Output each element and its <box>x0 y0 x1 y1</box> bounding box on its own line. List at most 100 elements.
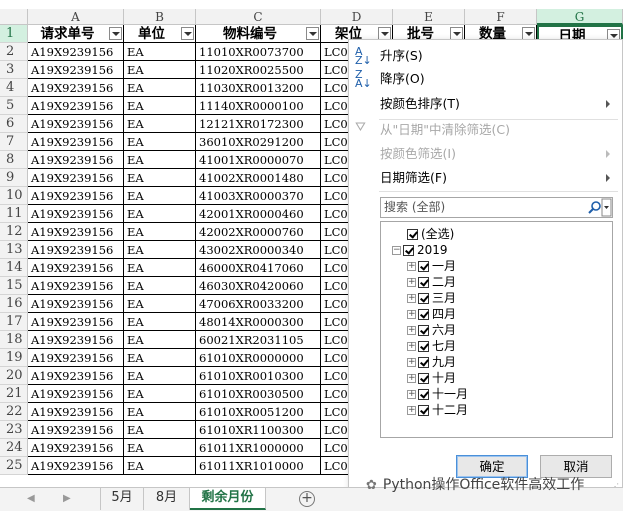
sheet-tab-may[interactable]: 5月 <box>100 488 144 510</box>
table-cell[interactable]: A19X9239156 <box>28 115 124 133</box>
table-cell[interactable]: EA <box>124 79 196 97</box>
checkbox[interactable] <box>418 261 429 272</box>
expand-icon[interactable]: + <box>407 278 416 287</box>
sheet-tab-remaining[interactable]: 剩余月份 <box>190 488 266 510</box>
table-cell[interactable]: EA <box>124 439 196 457</box>
row-header[interactable]: 15 <box>0 277 28 295</box>
tree-month-item[interactable]: + 一月 <box>407 258 456 274</box>
table-cell[interactable]: A19X9239156 <box>28 313 124 331</box>
add-sheet-icon[interactable]: + <box>299 491 315 507</box>
filter-search-input[interactable]: 搜索 (全部) <box>380 197 613 218</box>
table-cell[interactable]: A19X9239156 <box>28 79 124 97</box>
checkbox[interactable] <box>418 341 429 352</box>
table-cell[interactable]: 11030XR0013200 <box>196 79 321 97</box>
table-cell[interactable]: A19X9239156 <box>28 331 124 349</box>
table-cell[interactable]: A19X9239156 <box>28 151 124 169</box>
row-header[interactable]: 10 <box>0 187 28 205</box>
row-header[interactable]: 17 <box>0 313 28 331</box>
table-cell[interactable]: EA <box>124 97 196 115</box>
table-cell[interactable]: 41002XR0001480 <box>196 169 321 187</box>
tree-month-item[interactable]: + 二月 <box>407 274 456 290</box>
column-header-c[interactable]: C <box>196 9 321 25</box>
table-cell[interactable]: EA <box>124 421 196 439</box>
table-cell[interactable]: EA <box>124 403 196 421</box>
table-cell[interactable]: A19X9239156 <box>28 169 124 187</box>
table-cell[interactable]: EA <box>124 385 196 403</box>
table-cell[interactable]: A19X9239156 <box>28 295 124 313</box>
expand-icon[interactable]: + <box>407 326 416 335</box>
sort-by-color-item[interactable]: 按颜色排序(T) <box>349 94 622 114</box>
row-header[interactable]: 4 <box>0 79 28 97</box>
table-cell[interactable]: 42001XR0000460 <box>196 205 321 223</box>
table-cell[interactable]: EA <box>124 43 196 61</box>
tree-month-item[interactable]: + 十一月 <box>407 386 468 402</box>
table-cell[interactable]: 46000XR0417060 <box>196 259 321 277</box>
tree-year-2019[interactable]: − 2019 <box>392 242 448 258</box>
column-header-a[interactable]: A <box>28 9 124 25</box>
column-header-f[interactable]: F <box>465 9 537 25</box>
column-header-d[interactable]: D <box>321 9 393 25</box>
table-cell[interactable]: EA <box>124 187 196 205</box>
checkbox[interactable] <box>403 245 414 256</box>
table-cell[interactable]: 41001XR0000070 <box>196 151 321 169</box>
table-cell[interactable]: A19X9239156 <box>28 349 124 367</box>
column-header-b[interactable]: B <box>124 9 196 25</box>
table-cell[interactable]: EA <box>124 133 196 151</box>
row-header[interactable]: 14 <box>0 259 28 277</box>
table-cell[interactable]: A19X9239156 <box>28 97 124 115</box>
expand-icon[interactable]: + <box>407 390 416 399</box>
table-cell[interactable]: EA <box>124 259 196 277</box>
checkbox[interactable] <box>418 309 429 320</box>
row-header[interactable]: 5 <box>0 97 28 115</box>
tree-select-all[interactable]: (全选) <box>407 226 454 242</box>
sheet-tab-aug[interactable]: 8月 <box>144 488 190 510</box>
table-cell[interactable]: EA <box>124 115 196 133</box>
checkbox[interactable] <box>418 405 429 416</box>
table-cell[interactable]: EA <box>124 313 196 331</box>
table-cell[interactable]: A19X9239156 <box>28 223 124 241</box>
table-cell[interactable]: EA <box>124 457 196 475</box>
row-header[interactable]: 16 <box>0 295 28 313</box>
table-cell[interactable]: A19X9239156 <box>28 205 124 223</box>
filter-by-color-item[interactable]: 按颜色筛选(I) <box>349 144 622 164</box>
expand-icon[interactable]: + <box>407 294 416 303</box>
expand-icon[interactable]: + <box>407 310 416 319</box>
row-header[interactable]: 23 <box>0 421 28 439</box>
checkbox[interactable] <box>418 293 429 304</box>
filter-dropdown-button[interactable] <box>181 27 194 40</box>
row-header[interactable]: 21 <box>0 385 28 403</box>
table-cell[interactable]: 43002XR0000340 <box>196 241 321 259</box>
table-cell[interactable]: A19X9239156 <box>28 241 124 259</box>
table-cell[interactable]: 61010XR0051200 <box>196 403 321 421</box>
table-cell[interactable]: 61011XR1010000 <box>196 457 321 475</box>
filter-dropdown-button[interactable] <box>306 27 319 40</box>
table-cell[interactable]: 61010XR0010300 <box>196 367 321 385</box>
table-cell[interactable]: 61010XR0000000 <box>196 349 321 367</box>
column-header-g[interactable]: G <box>537 9 623 25</box>
table-cell[interactable]: 61010XR1100300 <box>196 421 321 439</box>
search-button[interactable] <box>582 198 612 217</box>
expand-icon[interactable]: + <box>407 358 416 367</box>
checkbox[interactable] <box>418 357 429 368</box>
table-cell[interactable]: A19X9239156 <box>28 187 124 205</box>
table-cell[interactable]: EA <box>124 151 196 169</box>
table-cell[interactable]: 46030XR0420060 <box>196 277 321 295</box>
table-cell[interactable]: 42002XR0000760 <box>196 223 321 241</box>
row-header[interactable]: 18 <box>0 331 28 349</box>
table-cell[interactable]: EA <box>124 367 196 385</box>
table-cell[interactable]: EA <box>124 295 196 313</box>
row-header[interactable]: 8 <box>0 151 28 169</box>
table-cell[interactable]: 61011XR1000000 <box>196 439 321 457</box>
tree-month-item[interactable]: + 九月 <box>407 354 456 370</box>
row-header[interactable]: 6 <box>0 115 28 133</box>
checkbox[interactable] <box>418 277 429 288</box>
expand-icon[interactable]: + <box>407 342 416 351</box>
tree-month-item[interactable]: + 六月 <box>407 322 456 338</box>
next-sheet-icon[interactable]: ▶ <box>63 493 71 504</box>
sort-ascending-item[interactable]: A Z↓ 升序(S) <box>349 46 622 66</box>
row-header[interactable]: 25 <box>0 457 28 475</box>
table-cell[interactable]: A19X9239156 <box>28 403 124 421</box>
table-cell[interactable]: A19X9239156 <box>28 439 124 457</box>
tree-month-item[interactable]: + 十二月 <box>407 402 468 418</box>
table-cell[interactable]: A19X9239156 <box>28 277 124 295</box>
